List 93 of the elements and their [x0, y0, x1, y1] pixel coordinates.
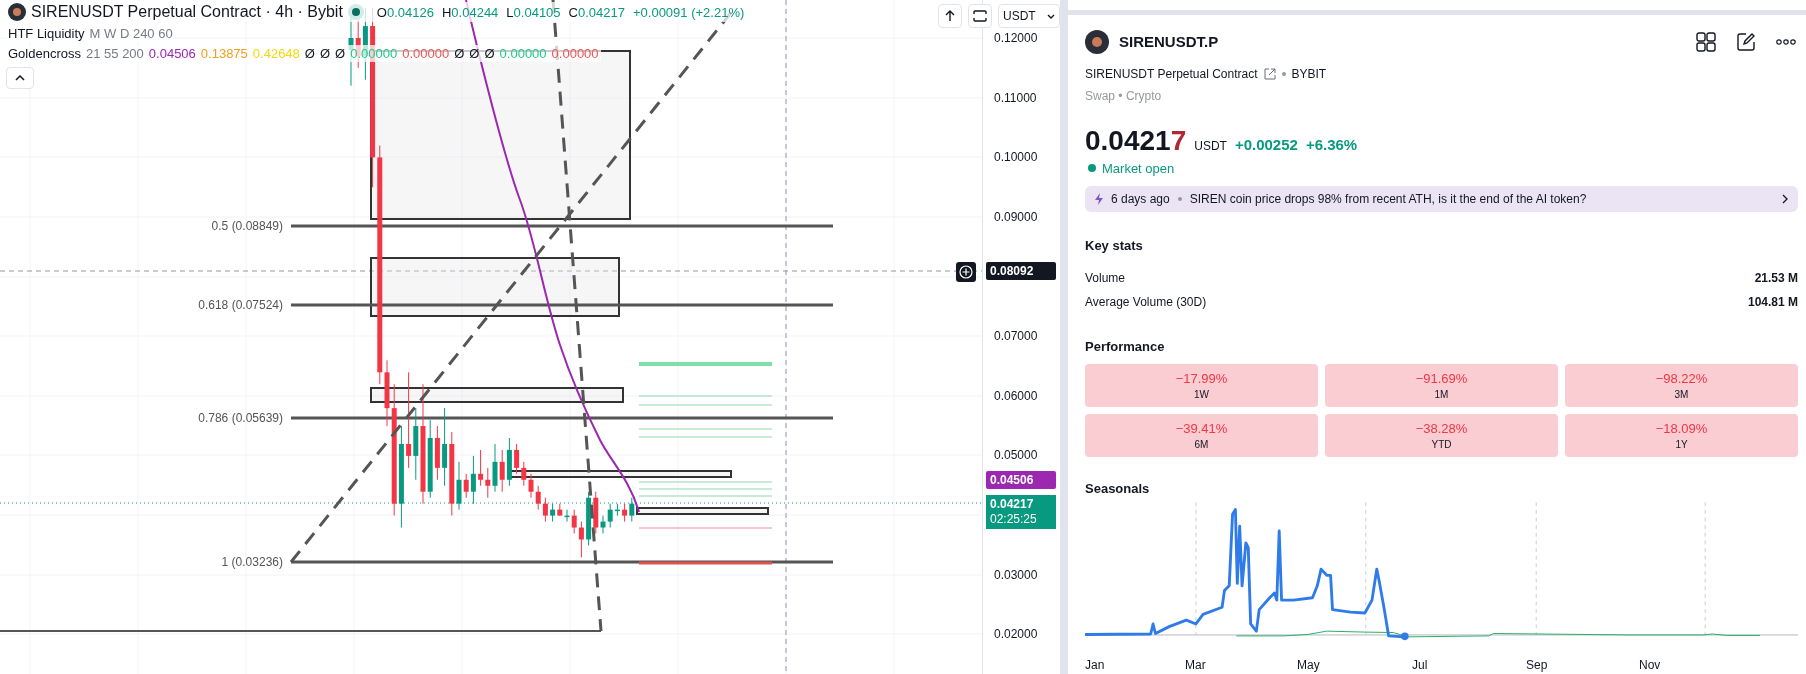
performance-tile[interactable]: −39.41% 6M: [1085, 414, 1318, 458]
currency-dropdown[interactable]: USDT: [998, 4, 1060, 28]
collapse-button[interactable]: [6, 67, 34, 89]
indicator-value: Ø: [454, 46, 465, 61]
indicator-value: Ø: [484, 46, 495, 61]
separator-dot-icon: [1281, 71, 1286, 76]
price-axis-label: 0.06000: [994, 389, 1038, 403]
indicator-value: 0.04506: [148, 46, 196, 61]
section-title: Performance: [1085, 339, 1166, 355]
symbol-name: SIRENUSDT.P: [1119, 33, 1220, 51]
crosshair-price-label: 0.08092: [986, 262, 1056, 280]
indicator-value: Ø: [335, 46, 346, 61]
price-axis-label: 0.05000: [994, 448, 1038, 462]
symbol-avatar-icon: [8, 3, 26, 21]
symbol-avatar-icon: [1085, 29, 1109, 54]
instrument-category: Swap • Crypto: [1085, 88, 1163, 103]
chart-title: SIRENUSDT Perpetual Contract · 4h · Bybit: [31, 3, 343, 21]
chevron-right-icon: [1782, 193, 1788, 204]
current-point-marker: [1401, 632, 1409, 641]
indicator-value: 0.00000: [350, 46, 398, 61]
lightning-icon: [1095, 192, 1103, 205]
price-axis-label: 0.07000: [994, 329, 1038, 343]
performance-tile[interactable]: −17.99% 1W: [1085, 364, 1318, 408]
month-label: Nov: [1639, 658, 1661, 673]
ohlc-value: O0.04126: [376, 4, 434, 20]
month-label: Jul: [1412, 658, 1428, 673]
price-axis-label: 0.12000: [994, 31, 1038, 45]
last-price: 0.04217: [1085, 124, 1187, 157]
price-axis-label: 0.02000: [994, 627, 1038, 641]
stat-label: Average Volume (30D): [1085, 295, 1207, 310]
arrow-up-icon: [945, 10, 955, 22]
grid-icon[interactable]: [1696, 31, 1716, 52]
change-value: +0.00091 (+2.21%): [632, 4, 745, 20]
price-change-percent: +6.36%: [1305, 135, 1358, 153]
indicator-value: 0.42648: [252, 46, 300, 61]
stat-value: 21.53 M: [1754, 271, 1798, 286]
ohlc-value: L0.04105: [506, 4, 561, 20]
fib-level-label: 0.618 (0.07524): [198, 298, 283, 312]
news-age: 6 days ago: [1111, 191, 1170, 206]
caret-up-icon: [15, 75, 25, 81]
indicator-value: 0.00000: [402, 46, 450, 61]
performance-tile[interactable]: −38.28% YTD: [1325, 414, 1558, 458]
scroll-up-button[interactable]: [938, 4, 962, 28]
last-price-label: 0.04217 02:25:25: [986, 495, 1056, 529]
indicator-params: M W D 240 60: [89, 26, 173, 41]
plus-circle-icon: [959, 265, 973, 279]
price-currency: USDT: [1194, 138, 1227, 153]
fib-level-label: 0.5 (0.08849): [211, 219, 283, 233]
indicator-value: 0.00000: [499, 46, 547, 61]
indicator-value: Ø: [319, 46, 331, 61]
indicator-name: HTF Liquidity: [8, 26, 85, 41]
indicator-value: 0.13875: [200, 46, 248, 61]
exchange-name: BYBIT: [1291, 66, 1327, 81]
price-axis-label: 0.09000: [994, 210, 1038, 224]
section-title: Seasonals: [1085, 481, 1151, 497]
performance-tile[interactable]: −91.69% 1M: [1325, 364, 1558, 408]
caret-down-icon: [1047, 13, 1055, 19]
ohlc-value: C0.04217: [568, 4, 625, 20]
news-headline: SIREN coin price drops 98% from recent ATH, is it the end of the AI token?: [1189, 191, 1588, 206]
market-status-icon: [347, 4, 364, 20]
month-label: Sep: [1526, 658, 1548, 673]
section-title: Key stats: [1085, 238, 1144, 254]
edit-icon[interactable]: [1736, 31, 1756, 52]
ohlc-value: H0.04244: [441, 4, 499, 20]
external-link-icon[interactable]: [1263, 67, 1276, 80]
indicator-params: 21 55 200: [86, 46, 144, 61]
fib-level-label: 0.786 (0.05639): [198, 411, 283, 425]
market-status: Market open: [1102, 160, 1175, 176]
month-label: Jan: [1085, 658, 1105, 673]
indicator-name: Goldencross: [8, 46, 81, 61]
status-dot-icon: [1088, 164, 1096, 173]
stat-label: Volume: [1085, 271, 1126, 286]
price-change: +0.00252: [1234, 135, 1298, 153]
price-axis-label: 0.10000: [994, 150, 1038, 164]
add-alert-button[interactable]: [956, 262, 976, 282]
price-axis-label: 0.11000: [994, 91, 1037, 105]
price-axis-label: 0.03000: [994, 568, 1038, 582]
indicator-value: Ø: [469, 46, 480, 61]
contract-name[interactable]: SIRENUSDT Perpetual Contract: [1085, 66, 1258, 81]
month-label: May: [1297, 658, 1320, 673]
more-icon[interactable]: [1776, 38, 1796, 45]
indicator-value: 0.00000: [551, 46, 599, 61]
moving-average-price-label: 0.04506: [986, 471, 1056, 489]
stat-value: 104.81 M: [1747, 295, 1798, 310]
performance-tile[interactable]: −98.22% 3M: [1565, 364, 1798, 408]
performance-tile[interactable]: −18.09% 1Y: [1565, 414, 1798, 458]
news-banner[interactable]: 6 days ago SIREN coin price drops 98% from recent ATH, is it the end of the AI token?: [1085, 185, 1798, 213]
month-label: Mar: [1185, 658, 1206, 673]
indicator-value: Ø: [304, 46, 315, 61]
fullscreen-button[interactable]: [968, 4, 992, 28]
fullscreen-icon: [973, 10, 987, 22]
fib-level-label: 1 (0.03236): [221, 555, 283, 569]
separator-dot-icon: [1177, 196, 1182, 201]
